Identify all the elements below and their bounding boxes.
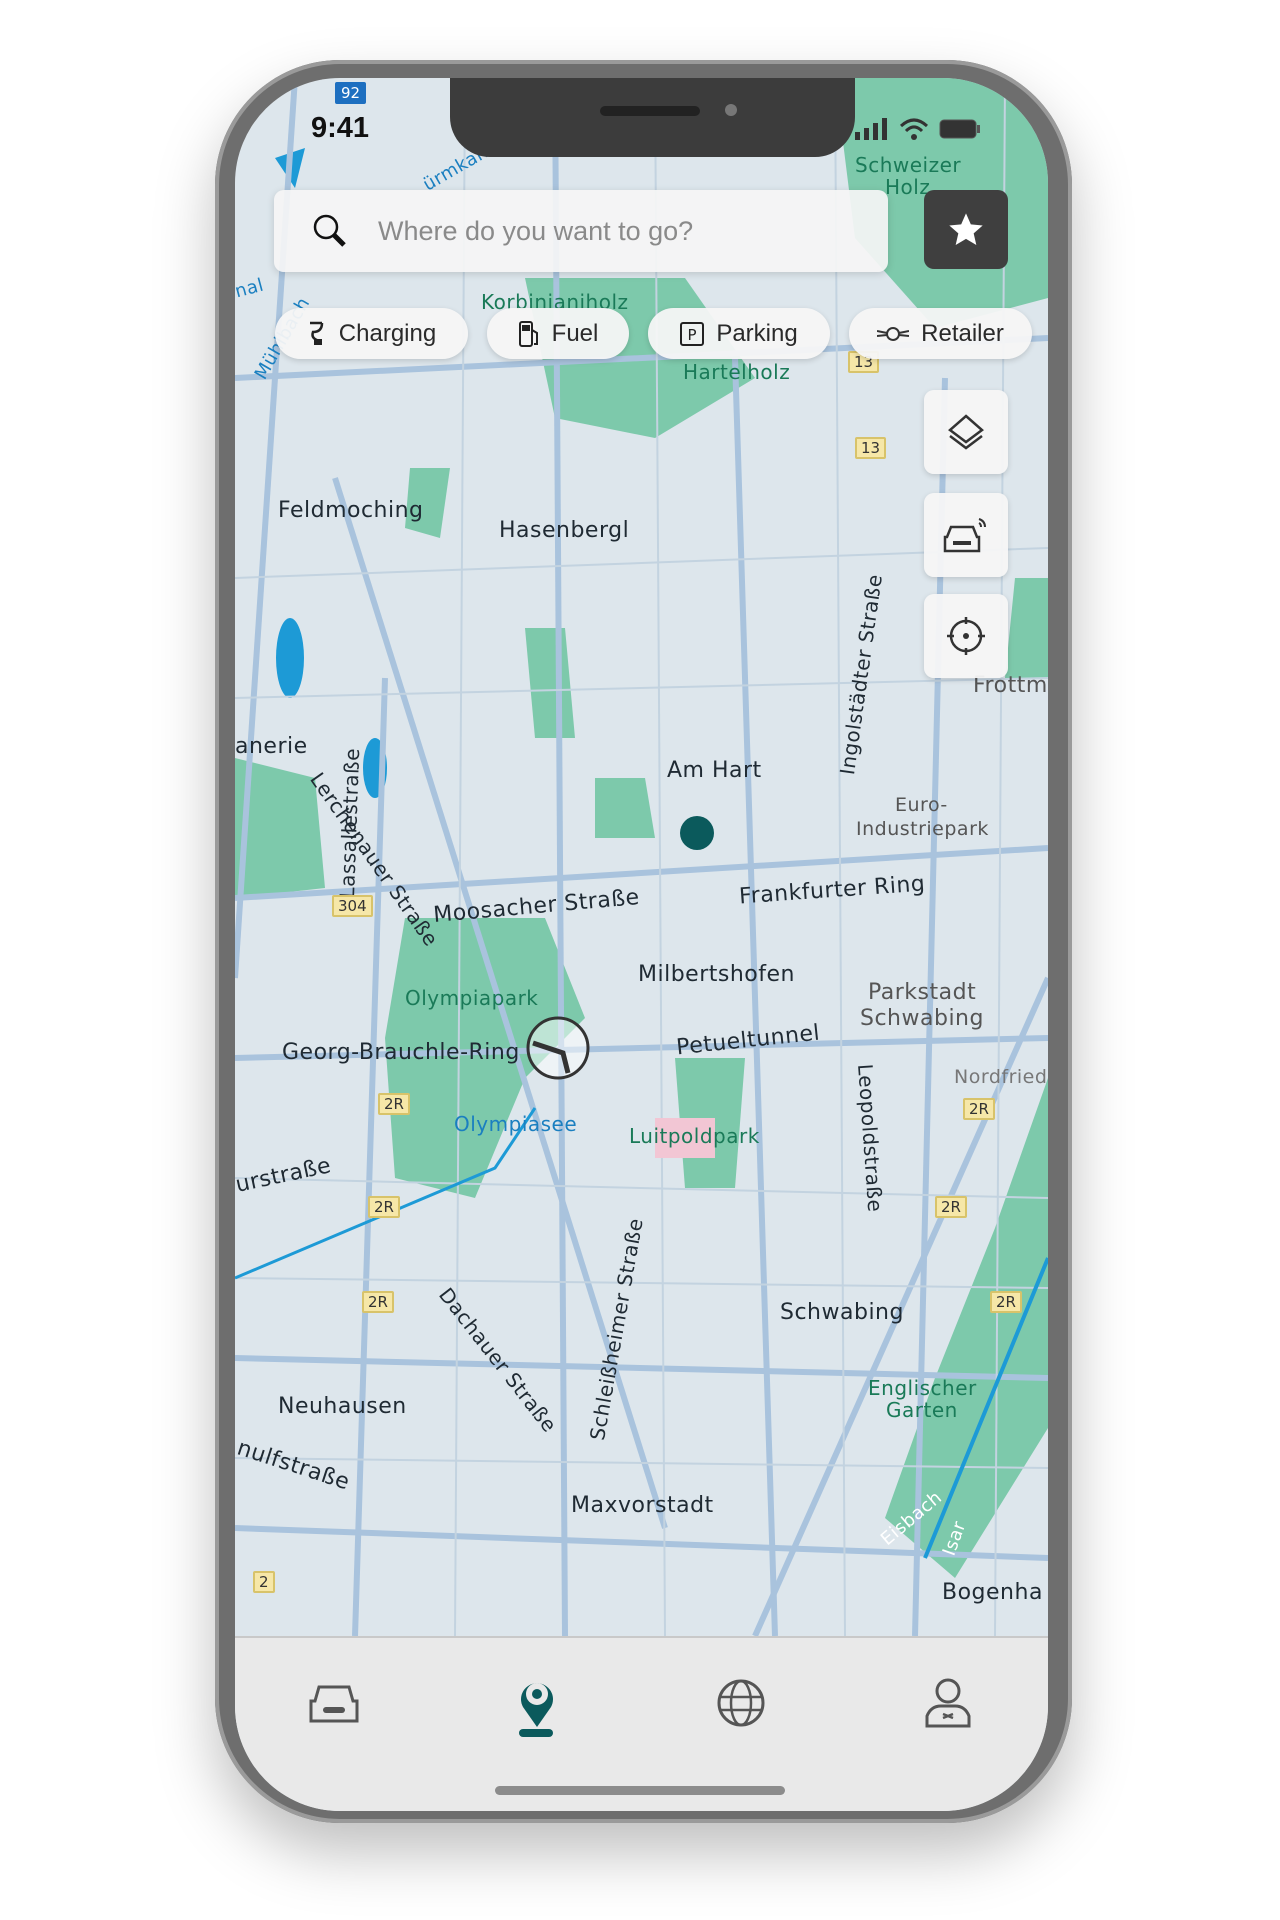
car-connected-icon (943, 518, 986, 553)
tab-profile[interactable] (903, 1658, 993, 1748)
road-badge: 2R (368, 1196, 400, 1218)
mini-logo-icon (877, 326, 910, 341)
battery-icon (939, 119, 980, 139)
road-badge: 92 (335, 82, 367, 104)
chip-label: Charging (338, 319, 437, 347)
map-label: Olympiapark (405, 986, 539, 1010)
wifi-icon (899, 118, 929, 140)
locate-me-button[interactable] (924, 594, 1008, 678)
road-badge: 2R (990, 1291, 1022, 1313)
map-layers-button[interactable] (924, 390, 1008, 474)
search-input[interactable]: Where do you want to go? (274, 190, 888, 272)
map-label: Holz (885, 175, 931, 199)
map-label: Feldmoching (278, 498, 424, 523)
road-badge: 2R (963, 1098, 995, 1120)
road-badge: 2R (362, 1291, 394, 1313)
parking-icon: P (680, 321, 705, 346)
chip-label: Fuel (551, 319, 599, 347)
car-location-button[interactable] (924, 493, 1008, 577)
road-badge: 2 (253, 1571, 275, 1593)
car-icon (309, 1685, 359, 1723)
map-label: Milbertshofen (638, 962, 795, 987)
map-label: Nordfried (954, 1066, 1048, 1088)
layers-icon (948, 414, 984, 450)
filter-chip-fuel[interactable]: Fuel (487, 308, 629, 359)
map-label: Olympiasee (454, 1112, 578, 1136)
road-badge: 2R (378, 1093, 410, 1115)
filter-chip-charging[interactable]: Charging (275, 308, 468, 359)
locate-crosshair-icon (947, 617, 985, 655)
map-label: Euro- (895, 794, 948, 816)
map-label: Industriepark (856, 818, 989, 840)
road-badge: 2R (935, 1196, 967, 1218)
map-label: Georg-Brauchle-Ring (282, 1040, 520, 1065)
map-label: Schwabing (780, 1300, 904, 1325)
charging-plug-icon (309, 321, 324, 345)
chip-label: Parking (716, 319, 798, 347)
map-label: Schwabing (860, 1006, 984, 1031)
tab-bar (235, 1636, 1048, 1811)
active-tab-indicator (519, 1729, 553, 1737)
filter-chip-parking[interactable]: P Parking (648, 308, 830, 359)
map-label: Maxvorstadt (571, 1493, 714, 1518)
tab-vehicle[interactable] (289, 1658, 379, 1748)
map-label: Hartelholz (683, 360, 791, 384)
status-icons (855, 118, 981, 140)
road-badge: 304 (332, 895, 373, 917)
user-icon (925, 1678, 971, 1728)
globe-icon (717, 1679, 765, 1727)
map-label: Hasenbergl (499, 518, 630, 543)
chip-label: Retailer (921, 319, 1004, 347)
speaker (600, 106, 700, 116)
map-label: Am Hart (667, 758, 762, 783)
map-pin-icon (521, 1683, 553, 1727)
notch (450, 78, 855, 157)
search-icon (313, 214, 346, 247)
navigation-arrow-icon (526, 1016, 590, 1080)
map-label: anerie (235, 734, 308, 759)
filter-chip-retailer[interactable]: Retailer (849, 308, 1032, 359)
camera (725, 104, 737, 116)
map-label: Schweizer (855, 153, 962, 177)
status-time: 9:41 (311, 112, 370, 144)
star-icon (949, 212, 983, 245)
signal-icon (855, 118, 887, 140)
home-indicator[interactable] (495, 1786, 785, 1795)
map-label: Luitpoldpark (629, 1124, 760, 1148)
map-label: Englischer (868, 1376, 977, 1400)
favorites-button[interactable] (924, 190, 1008, 269)
map-label: Garten (886, 1398, 958, 1422)
svg-text:P: P (688, 326, 697, 344)
tab-explore[interactable] (696, 1658, 786, 1748)
map-label: Bogenha (942, 1580, 1043, 1605)
fuel-pump-icon (518, 320, 538, 347)
map-label: Neuhausen (278, 1394, 407, 1419)
search-placeholder: Where do you want to go? (378, 215, 694, 246)
phone-screen: Feldmoching Hasenbergl anerie Am Hart Eu… (235, 78, 1048, 1811)
road-badge: 13 (855, 437, 887, 459)
location-dot (680, 816, 714, 850)
map-label: Parkstadt (868, 980, 977, 1005)
